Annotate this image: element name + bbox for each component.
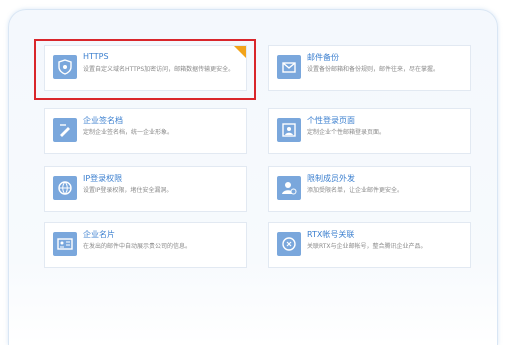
ip-icon [53,176,77,200]
card-signature[interactable]: 企业签名档 定制企业签名档，统一企业形象。 [44,108,247,154]
login-page-icon [277,118,301,142]
card-desc: 在发出的邮件中自动展示贵公司的信息。 [83,243,192,250]
shield-icon [53,55,77,79]
card-restrict-outgoing[interactable]: 限制成员外发 添加受限名单，让企业邮件更安全。 [268,166,471,212]
card-title: 企业签名档 [83,116,123,125]
card-ip-permission[interactable]: IP登录权限 设置IP登录权限，堵住安全漏洞。 [44,166,247,212]
card-title: IP登录权限 [83,174,123,183]
card-title: 邮件备份 [307,53,339,62]
card-desc: 定制企业签名档，统一企业形象。 [83,129,174,136]
card-desc: 关联RTX与企业邮帐号，整合腾讯企业产品。 [307,243,427,250]
card-desc: 添加受限名单，让企业邮件更安全。 [307,187,404,194]
card-login-page[interactable]: 个性登录页面 定制企业个性邮箱登录页面。 [268,108,471,154]
business-card-icon [53,232,77,256]
new-badge [234,46,246,58]
card-desc: 定制企业个性邮箱登录页面。 [307,129,386,136]
card-desc: 设置自定义域名HTTPS加密访问，邮箱数据传输更安全。 [83,66,235,73]
rtx-icon [277,232,301,256]
card-title: RTX帐号关联 [307,230,355,239]
card-title: 限制成员外发 [307,174,355,183]
card-title: 企业名片 [83,230,115,239]
card-rtx-link[interactable]: RTX帐号关联 关联RTX与企业邮帐号，整合腾讯企业产品。 [268,222,471,268]
card-desc: 设置备份邮箱和备份规则，邮件往来，尽在掌握。 [307,66,440,73]
signature-icon [53,118,77,142]
mail-icon [277,55,301,79]
restrict-icon [277,176,301,200]
card-desc: 设置IP登录权限，堵住安全漏洞。 [83,187,173,194]
card-mail-backup[interactable]: 邮件备份 设置备份邮箱和备份规则，邮件往来，尽在掌握。 [268,45,471,91]
card-business-card[interactable]: 企业名片 在发出的邮件中自动展示贵公司的信息。 [44,222,247,268]
card-https[interactable]: HTTPS 设置自定义域名HTTPS加密访问，邮箱数据传输更安全。 [44,45,247,91]
card-title: 个性登录页面 [307,116,355,125]
card-title: HTTPS [83,52,109,61]
